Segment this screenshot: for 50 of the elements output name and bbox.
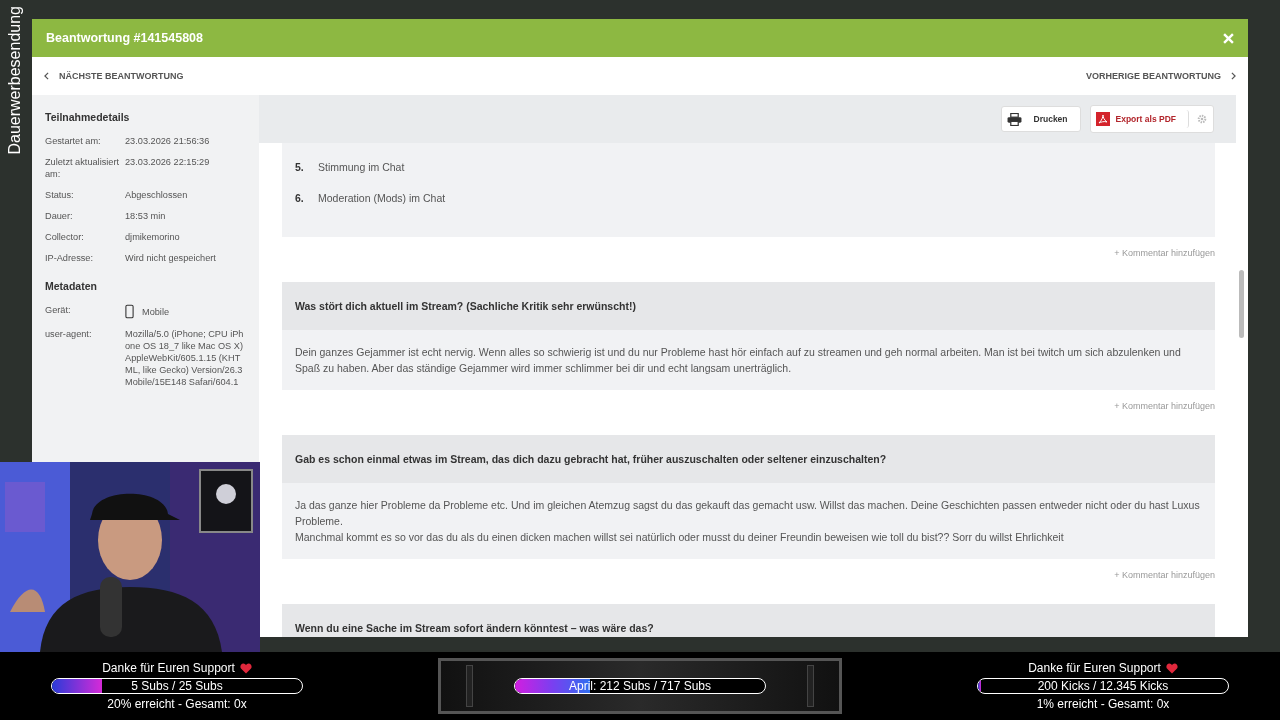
goal-title: Danke für Euren Support [102, 661, 235, 675]
overlay-label: Dauerwerbesendung [5, 6, 24, 155]
answer-text: Ja das ganze hier Probleme da Probleme etc. Und im gleichen Atemzug sagst du das gekauft das gemacht usw. Willst das machen. Deine Geschichten passen entweder nicht oder du hast Luxus Probleme. [295, 498, 1201, 529]
chevron-right-icon [1231, 72, 1236, 80]
answer-text: Dein ganzes Gejammer ist echt nervig. Wenn alles so schwierig ist und du nur Probleme hast hör einfach auf zu streamen und geh normal arbeiten. Man ist bei twitch um sich abzulenken und Spaß zu haben. Aber das ständige Gejammer wird immer schlimmer bei dir und echt langsam unerträglich. [295, 345, 1182, 376]
question-heading: Gab es schon einmal etwas im Stream, das dich dazu gebracht hat, früher auszuschalten oder seltener einzuschalten? [282, 435, 1215, 483]
detail-value: Wird nicht gespeichert [125, 252, 217, 264]
detail-label: Dauer: [45, 210, 74, 222]
question-heading: Wenn du eine Sache im Stream sofort ändern könntest – was wäre das? [282, 604, 1215, 637]
detail-value: 23.03.2026 21:56:36 [125, 135, 211, 147]
question-heading: Was stört dich aktuell im Stream? (Sachliche Kritik sehr erwünscht!) [282, 282, 1215, 330]
detail-label: Status: [45, 189, 75, 201]
answer-text: Manchmal kommt es so vor das du als du einen dicken machen willst sei natürlich oder musst du deiner Freundin beweisen wie toll du bist?? Sorr du willst Ehrlichkeit [295, 530, 1065, 545]
goal-summary: 1% erreicht - Gesamt: 0x [1036, 697, 1170, 711]
close-icon[interactable] [1223, 32, 1234, 44]
item-number: 5. [295, 159, 305, 175]
heart-icon [1165, 662, 1178, 674]
phone-icon [125, 304, 134, 319]
settings-icon[interactable] [1197, 114, 1207, 124]
detail-label: Zuletzt aktualisiert am: [45, 156, 121, 180]
pillar [807, 665, 814, 707]
progress-text: 200 Kicks / 12.345 Kicks [1037, 679, 1169, 693]
previous-response-link[interactable]: VORHERIGE BEANTWORTUNG [1086, 71, 1236, 81]
detail-label: IP-Adresse: [45, 252, 94, 264]
detail-value: djmikemorino [125, 231, 181, 243]
detail-label: Gerät: [45, 304, 72, 317]
modal-title: Beantwortung #141545808 [46, 31, 203, 45]
item-text: Moderation (Mods) im Chat [318, 190, 446, 206]
chevron-left-icon [44, 72, 49, 80]
detail-label: Gestartet am: [45, 135, 102, 147]
goal-summary: 20% erreicht - Gesamt: 0x [107, 697, 247, 711]
item-text: Stimmung im Chat [318, 159, 405, 175]
pillar [466, 665, 473, 707]
detail-value: Mozilla/5.0 (iPhone; CPU iPhone OS 18_7 like Mac OS X) AppleWebKit/605.1.15 (KHTML, like Gecko) Version/26.3 Mobile/15E148 Safari/604.1 [125, 328, 245, 388]
printer-icon [1006, 112, 1022, 126]
detail-value: 23.03.2026 22:15:29 [125, 156, 211, 169]
item-number: 6. [295, 190, 305, 206]
detail-value: Abgeschlossen [125, 189, 189, 201]
detail-value: Mobile [142, 305, 171, 318]
detail-label: user-agent: [45, 328, 93, 341]
next-response-link[interactable]: NÄCHSTE BEANTWORTUNG [44, 71, 184, 81]
pdf-icon [1095, 112, 1110, 126]
section-heading: Metadaten [45, 280, 98, 292]
progress-text: 5 Subs / 25 Subs [131, 679, 223, 693]
print-button[interactable]: Drucken [1000, 106, 1081, 132]
goal-title: Danke für Euren Support [1028, 661, 1161, 675]
detail-label: Collector: [45, 231, 85, 243]
section-heading: Teilnahmedetails [45, 111, 131, 123]
detail-value: 18:53 min [125, 210, 167, 222]
heart-icon [239, 662, 252, 674]
